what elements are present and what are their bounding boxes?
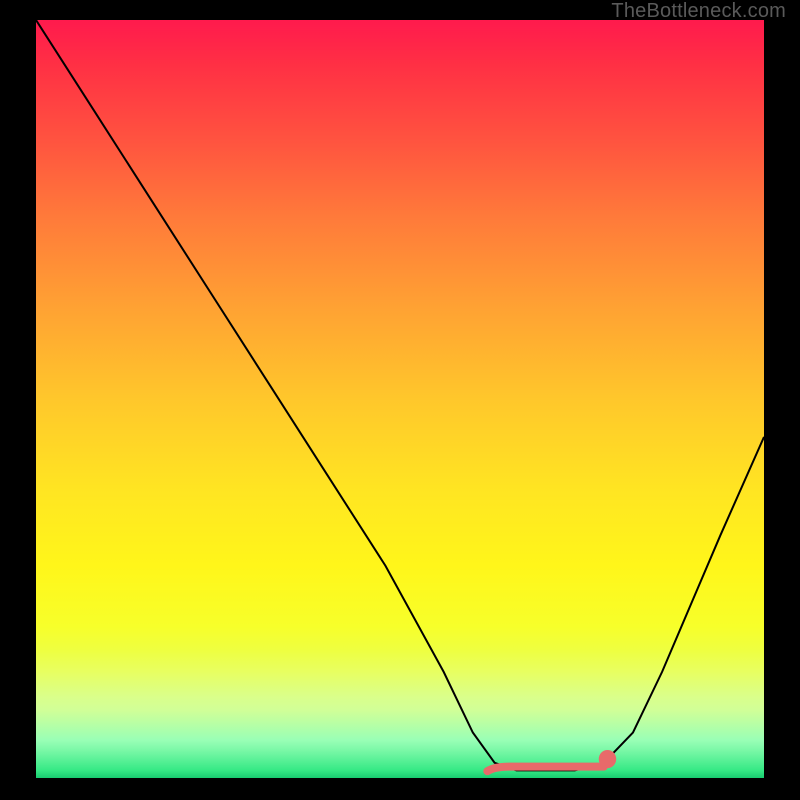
chart-frame [14, 14, 786, 786]
watermark-text: TheBottleneck.com [611, 0, 786, 23]
optimal-zone-line [487, 767, 603, 772]
bottleneck-curve-path [36, 20, 764, 770]
chart-svg [36, 20, 764, 778]
plot-area [36, 20, 764, 778]
optimal-zone-marker [487, 750, 616, 771]
optimal-zone-end-dot [599, 750, 616, 768]
